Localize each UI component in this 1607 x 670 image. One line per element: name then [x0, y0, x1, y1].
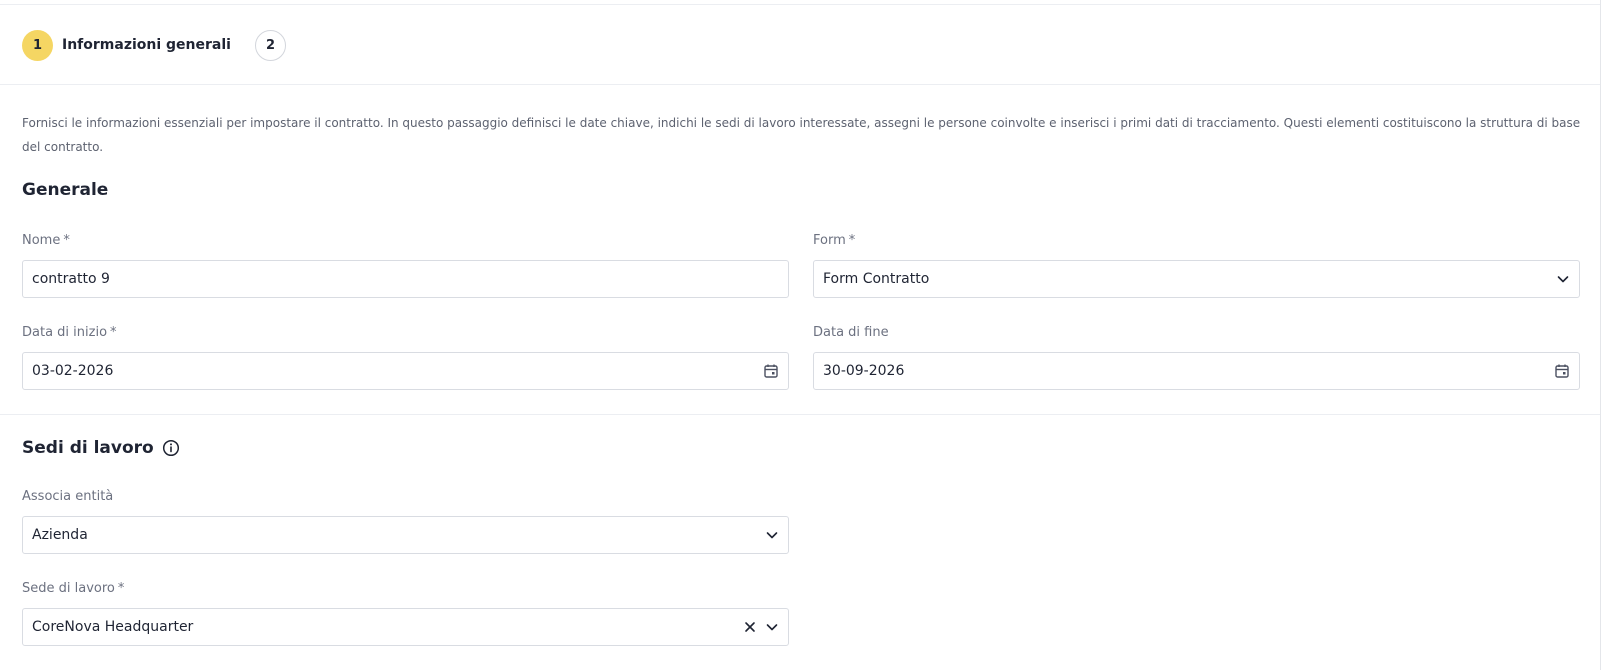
nome-label: Nome *	[22, 233, 70, 248]
section-title-generale-text: Generale	[22, 180, 109, 200]
clear-icon[interactable]	[743, 620, 757, 634]
form-label: Form *	[813, 233, 855, 248]
associa-entita-label-text: Associa entità	[22, 489, 114, 504]
chevron-down-icon[interactable]	[765, 528, 779, 542]
data-fine-label: Data di fine	[813, 325, 889, 340]
contract-wizard-page: 1 Informazioni generali 2 Fornisci le in…	[0, 0, 1607, 670]
chevron-down-icon[interactable]	[1556, 272, 1570, 286]
data-fine-value: 30-09-2026	[823, 363, 905, 379]
associa-entita-value: Azienda	[32, 527, 88, 543]
sede-lavoro-label: Sede di lavoro *	[22, 581, 124, 596]
associa-entita-select[interactable]: Azienda	[22, 516, 789, 554]
wizard-stepper: 1 Informazioni generali 2	[22, 29, 286, 61]
step-1-indicator[interactable]: 1	[22, 29, 53, 61]
right-edge-border	[1600, 0, 1601, 670]
chevron-down-icon[interactable]	[765, 620, 779, 634]
sede-lavoro-value: CoreNova Headquarter	[32, 619, 194, 635]
step-1-label: Informazioni generali	[62, 37, 231, 53]
section-title-generale: Generale	[22, 180, 108, 200]
section-divider	[0, 414, 1600, 415]
data-fine-label-text: Data di fine	[813, 325, 889, 340]
sede-lavoro-select[interactable]: CoreNova Headquarter	[22, 608, 789, 646]
section-title-sedi-text: Sedi di lavoro	[22, 438, 154, 458]
data-inizio-label: Data di inizio *	[22, 325, 117, 340]
associa-entita-label: Associa entità	[22, 489, 113, 504]
top-divider	[0, 4, 1600, 5]
data-inizio-value: 03-02-2026	[32, 363, 114, 379]
section-title-sedi: Sedi di lavoro	[22, 438, 180, 458]
data-inizio-label-text: Data di inizio	[22, 325, 108, 340]
required-marker: *	[848, 233, 856, 248]
header-divider	[0, 84, 1600, 85]
form-value: Form Contratto	[823, 271, 930, 287]
calendar-icon[interactable]	[1554, 363, 1570, 379]
data-fine-input[interactable]: 30-09-2026	[813, 352, 1580, 390]
intro-description: Fornisci le informazioni essenziali per …	[22, 116, 1581, 154]
step-2-indicator[interactable]: 2	[254, 29, 286, 61]
data-inizio-input[interactable]: 03-02-2026	[22, 352, 789, 390]
required-marker: *	[63, 233, 70, 248]
sede-lavoro-label-text: Sede di lavoro	[22, 581, 115, 596]
required-marker: *	[110, 325, 117, 340]
calendar-icon[interactable]	[763, 363, 779, 379]
form-label-text: Form	[813, 233, 846, 248]
form-select[interactable]: Form Contratto	[813, 260, 1580, 298]
nome-input[interactable]: contratto 9	[22, 260, 789, 298]
info-icon[interactable]	[162, 439, 180, 457]
required-marker: *	[117, 581, 125, 596]
nome-label-text: Nome	[22, 233, 61, 248]
nome-value: contratto 9	[32, 271, 110, 287]
